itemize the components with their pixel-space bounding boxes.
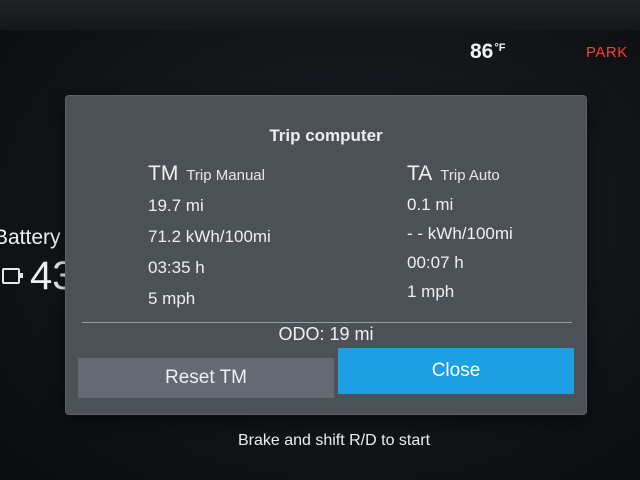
trip-manual-duration: 03:35 h xyxy=(148,258,205,277)
trip-auto-abbr: TA xyxy=(407,162,433,185)
trip-manual-abbr: TM xyxy=(148,162,179,185)
trip-manual-distance: 19.7 mi xyxy=(148,196,204,215)
gear-indicator: PARK xyxy=(586,44,628,61)
trip-manual-column: TM Trip Manual 19.7 mi 71.2 kWh/100mi 03… xyxy=(148,162,271,314)
reset-tm-button[interactable]: Reset TM xyxy=(78,358,334,398)
battery-label: Battery xyxy=(0,226,61,249)
trip-auto-header: TA Trip Auto xyxy=(407,162,513,190)
start-hint: Brake and shift R/D to start xyxy=(237,432,431,449)
trip-manual-header: TM Trip Manual xyxy=(148,162,271,190)
close-button[interactable]: Close xyxy=(338,348,574,394)
trip-manual-speed: 5 mph xyxy=(148,289,196,308)
outside-temperature: 86°F xyxy=(470,40,505,64)
trip-auto-distance: 0.1 mi xyxy=(407,195,454,214)
top-bezel xyxy=(0,0,640,30)
trip-computer-dialog: Trip computer TM Trip Manual 19.7 mi 71.… xyxy=(66,96,586,414)
trip-manual-efficiency: 71.2 kWh/100mi xyxy=(148,227,271,246)
dialog-title: Trip computer xyxy=(269,126,383,145)
battery-icon xyxy=(2,268,23,284)
trip-auto-speed: 1 mph xyxy=(407,282,455,301)
trip-auto-column: TA Trip Auto 0.1 mi - - kWh/100mi 00:07 … xyxy=(407,162,513,306)
temperature-unit: °F xyxy=(494,42,506,54)
trip-manual-name: Trip Manual xyxy=(186,167,265,184)
temperature-value: 86 xyxy=(470,40,494,63)
trip-auto-name: Trip Auto xyxy=(440,167,500,184)
trip-auto-duration: 00:07 h xyxy=(407,253,464,272)
trip-auto-efficiency: - - kWh/100mi xyxy=(407,224,513,243)
odometer: ODO: 19 mi xyxy=(278,324,374,344)
